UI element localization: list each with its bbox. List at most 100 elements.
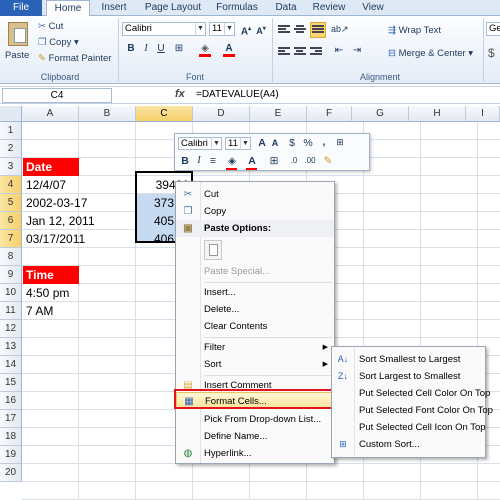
sort-cell-color-on-top[interactable]: Put Selected Cell Color On Top [332,385,490,402]
tab-home[interactable]: Home [46,0,90,17]
mini-font-combo[interactable]: Calibri ▼ [178,137,222,150]
font-color-icon[interactable]: A [245,155,259,170]
merge-cells-icon[interactable]: ⊞ [333,137,347,148]
format-painter-button[interactable]: ✎ Format Painter [38,53,111,64]
custom-sort[interactable]: ⊞ Custom Sort... [332,436,485,453]
copy-button[interactable]: ❐ Copy ▾ [38,37,79,48]
cell-a6[interactable]: Jan 12, 2011 [23,212,113,230]
row-header[interactable]: 4 [0,176,22,194]
shrink-font-icon[interactable]: A▾ [254,22,268,36]
decrease-decimal-icon[interactable]: .00 [303,156,317,165]
row-header[interactable]: 5 [0,194,22,212]
row-header[interactable]: 3 [0,158,22,176]
insert-function-icon[interactable]: fx [175,88,185,100]
align-bottom-icon[interactable] [310,22,326,38]
italic-icon[interactable]: I [139,42,153,56]
cell-a9[interactable]: Time [23,266,79,284]
column-header-b[interactable]: B [79,106,136,122]
chevron-down-icon[interactable]: ▼ [211,138,221,150]
column-header-h[interactable]: H [409,106,466,122]
sort-cell-icon-on-top[interactable]: Put Selected Cell Icon On Top [332,419,486,436]
menu-item-cut[interactable]: ✂ Cut [176,186,334,203]
cell-a7[interactable]: 03/17/2011 [23,230,113,248]
sort-largest-to-smallest[interactable]: Z↓ Sort Largest to Smallest [332,368,485,385]
column-header-d[interactable]: D [193,106,250,122]
select-all-corner[interactable] [0,106,22,122]
menu-item-clear-contents[interactable]: Clear Contents [176,318,334,335]
number-format-combo[interactable]: Ge [486,22,500,36]
merge-center-button[interactable]: ⊟ Merge & Center ▾ [388,48,473,59]
column-header-f[interactable]: F [307,106,352,122]
sort-smallest-to-largest[interactable]: A↓ Sort Smallest to Largest [332,351,485,368]
tab-formulas[interactable]: Formulas [210,0,264,16]
column-header-c[interactable]: C [136,106,193,122]
cell-a4[interactable]: 12/4/07 [23,176,79,194]
paste-option-icon[interactable] [204,240,222,260]
menu-item-sort[interactable]: Sort ▶ [176,356,334,373]
borders-icon[interactable]: ⊞ [267,155,281,167]
column-header-a[interactable]: A [22,106,79,122]
orientation-icon[interactable]: ab↗ [331,22,349,36]
chevron-down-icon[interactable]: ▼ [240,138,250,150]
menu-item-pick-from-list[interactable]: Pick From Drop-down List... [176,411,334,428]
borders-icon[interactable]: ⊞ [172,42,186,56]
row-header[interactable]: 18 [0,428,22,446]
menu-item-delete[interactable]: Delete... [176,301,334,318]
menu-item-filter[interactable]: Filter ▶ [176,339,334,356]
wrap-text-button[interactable]: ⇶ Wrap Text [388,25,441,36]
menu-item-hyperlink[interactable]: ◍ Hyperlink... [176,445,334,462]
align-center-icon[interactable]: ≡ [206,155,220,167]
row-header[interactable]: 11 [0,302,22,320]
font-size-combo[interactable]: 11 ▼ [209,22,235,36]
column-header-g[interactable]: G [352,106,409,122]
row-header[interactable]: 17 [0,410,22,428]
align-right-icon[interactable] [310,46,322,58]
row-header[interactable]: 7 [0,230,22,248]
chevron-down-icon[interactable]: ▼ [195,23,205,35]
comma-style-button[interactable]: , [317,136,331,148]
increase-decimal-icon[interactable]: .0 [287,156,301,165]
underline-icon[interactable]: U [154,42,168,56]
align-top-icon[interactable] [278,24,290,36]
row-header[interactable]: 13 [0,338,22,356]
row-header[interactable]: 6 [0,212,22,230]
increase-indent-icon[interactable]: ⇥ [350,44,364,58]
cut-button[interactable]: ✂ Cut [38,21,63,32]
paintbrush-icon[interactable]: ✎ [321,155,335,167]
italic-icon[interactable]: I [192,155,206,166]
grow-font-icon[interactable]: A▴ [239,22,253,37]
font-color-icon[interactable]: A [222,42,236,57]
row-header[interactable]: 16 [0,392,22,410]
font-name-combo[interactable]: Calibri ▼ [122,22,206,36]
tab-file[interactable]: File [0,0,42,16]
chevron-down-icon[interactable]: ▼ [224,23,234,35]
row-header[interactable]: 19 [0,446,22,464]
tab-insert[interactable]: Insert [94,0,134,16]
row-header[interactable]: 1 [0,122,22,140]
cell-a5[interactable]: 2002-03-17 [23,194,103,212]
decrease-indent-icon[interactable]: ⇤ [332,44,346,58]
row-header[interactable]: 10 [0,284,22,302]
row-header[interactable]: 20 [0,464,22,482]
tab-data[interactable]: Data [270,0,302,16]
align-left-icon[interactable] [278,46,290,58]
row-header[interactable]: 2 [0,140,22,158]
accounting-format-icon[interactable]: $ [285,137,299,149]
mini-size-combo[interactable]: 11 ▼ [225,137,251,150]
row-header[interactable]: 12 [0,320,22,338]
name-box[interactable]: C4 [2,88,112,103]
grow-font-icon[interactable]: A [255,137,269,149]
menu-item-define-name[interactable]: Define Name... [176,428,334,445]
menu-item-copy[interactable]: ❐ Copy [176,203,334,220]
tab-review[interactable]: Review [308,0,350,16]
tab-view[interactable]: View [356,0,390,16]
cell-a3[interactable]: Date [23,158,79,176]
row-header[interactable]: 8 [0,248,22,266]
row-header[interactable]: 14 [0,356,22,374]
align-center-icon[interactable] [294,46,306,58]
formula-input[interactable]: =DATEVALUE(A4) [196,89,279,100]
column-header-e[interactable]: E [250,106,307,122]
cell-a11[interactable]: 7 AM [23,302,79,320]
bold-icon[interactable]: B [124,42,138,56]
align-middle-icon[interactable] [294,24,306,36]
